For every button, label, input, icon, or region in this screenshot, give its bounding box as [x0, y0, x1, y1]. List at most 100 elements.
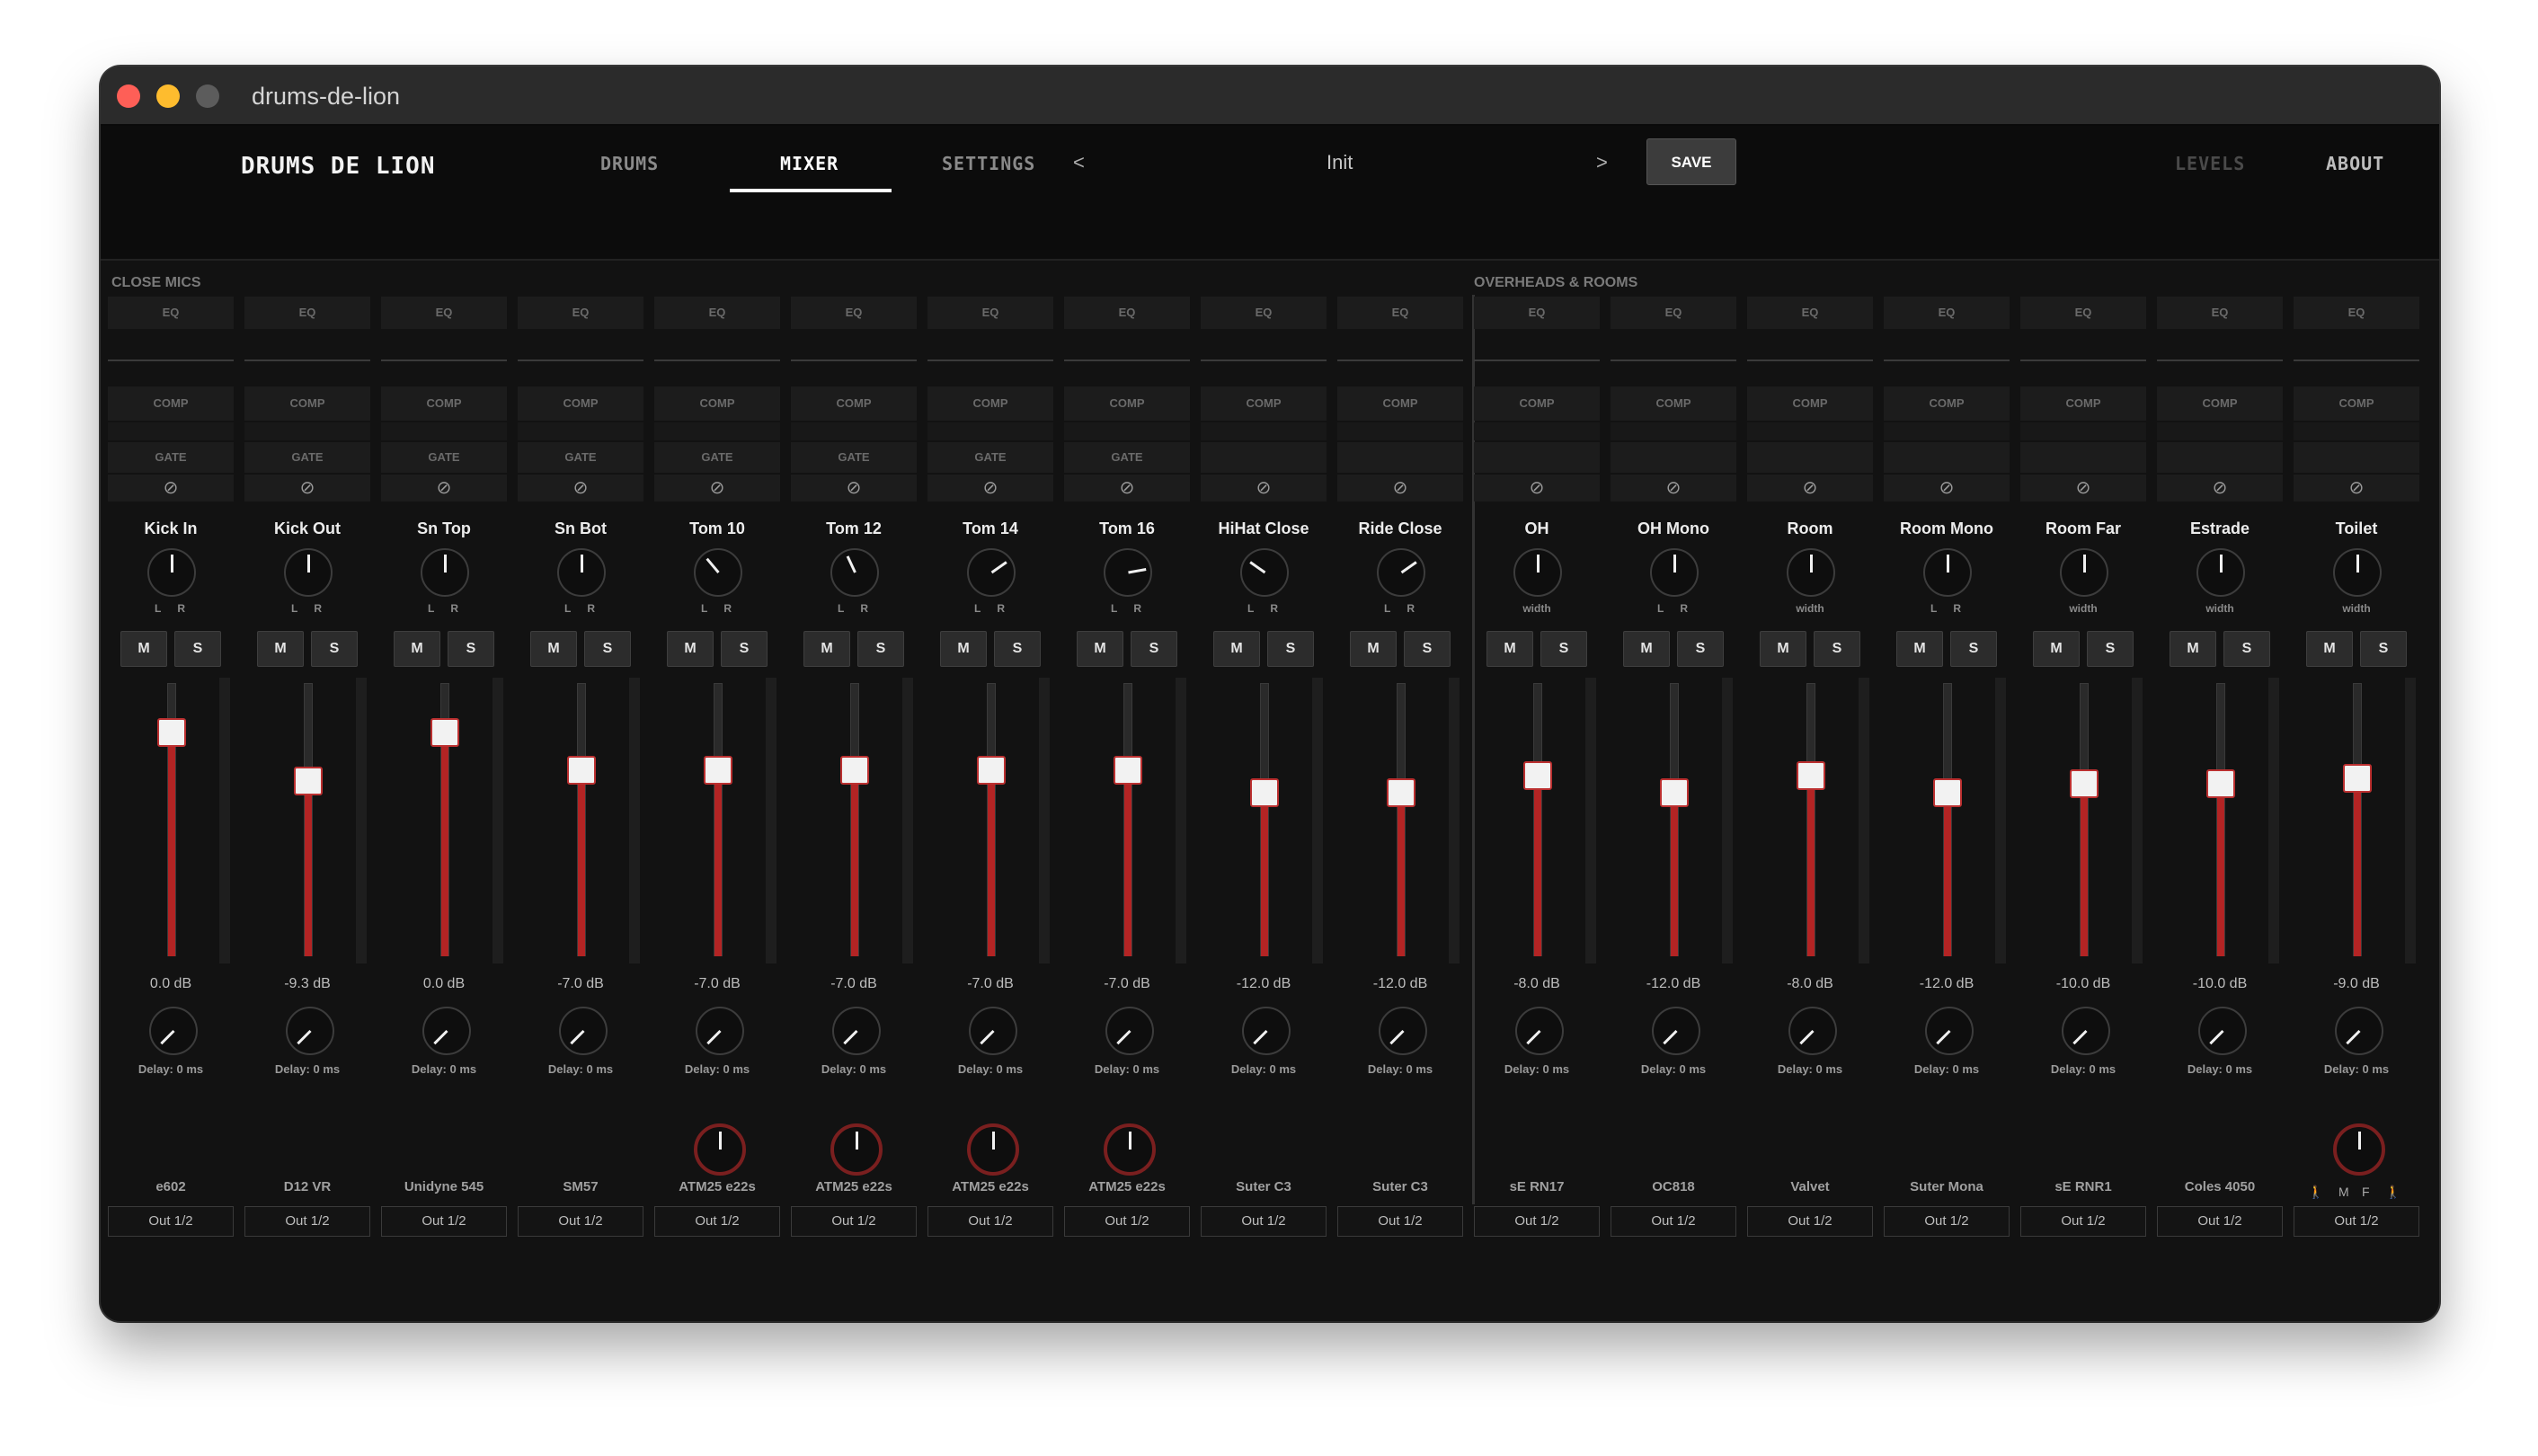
comp-button[interactable]: COMP [1201, 386, 1327, 421]
width-knob[interactable] [2333, 548, 2382, 597]
output-select[interactable]: Out 1/2 [244, 1206, 370, 1237]
output-select[interactable]: Out 1/2 [518, 1206, 643, 1237]
output-select[interactable]: Out 1/2 [927, 1206, 1053, 1237]
delay-knob[interactable] [969, 1007, 1017, 1055]
phase-invert-button[interactable]: ⊘ [791, 475, 917, 502]
gate-button[interactable]: GATE [791, 442, 917, 473]
gate-button[interactable]: GATE [244, 442, 370, 473]
mute-button[interactable]: M [803, 631, 850, 667]
eq-button[interactable]: EQ [1747, 297, 1873, 329]
tab-levels[interactable]: LEVELS [2175, 153, 2245, 174]
tab-about[interactable]: ABOUT [2326, 153, 2384, 174]
mic-model[interactable]: Suter Mona [1880, 1179, 2013, 1194]
mute-button[interactable]: M [1896, 631, 1943, 667]
comp-button[interactable]: COMP [1611, 386, 1736, 421]
comp-button[interactable]: COMP [244, 386, 370, 421]
delay-knob[interactable] [286, 1007, 334, 1055]
mic-blend-knob[interactable] [830, 1123, 883, 1176]
gate-button[interactable]: GATE [518, 442, 643, 473]
mic-blend-knob[interactable] [1104, 1123, 1156, 1176]
solo-button[interactable]: S [311, 631, 358, 667]
mic-model[interactable]: SM57 [514, 1179, 647, 1194]
mute-button[interactable]: M [667, 631, 714, 667]
pan-knob[interactable] [1240, 548, 1289, 597]
solo-button[interactable]: S [1131, 631, 1177, 667]
tab-mixer[interactable]: MIXER [780, 153, 839, 174]
eq-button[interactable]: EQ [244, 297, 370, 329]
preset-next-button[interactable]: > [1596, 151, 1608, 174]
output-select[interactable]: Out 1/2 [2294, 1206, 2419, 1237]
solo-button[interactable]: S [1950, 631, 1997, 667]
pan-knob[interactable] [1650, 548, 1699, 597]
close-window-button[interactable] [117, 84, 140, 108]
solo-button[interactable]: S [448, 631, 494, 667]
mic-model[interactable]: OC818 [1607, 1179, 1740, 1194]
eq-button[interactable]: EQ [1337, 297, 1463, 329]
solo-button[interactable]: S [2087, 631, 2134, 667]
output-select[interactable]: Out 1/2 [1747, 1206, 1873, 1237]
delay-knob[interactable] [1788, 1007, 1837, 1055]
save-button[interactable]: SAVE [1646, 138, 1736, 185]
solo-button[interactable]: S [174, 631, 221, 667]
delay-knob[interactable] [149, 1007, 198, 1055]
width-knob[interactable] [1513, 548, 1562, 597]
phase-invert-button[interactable]: ⊘ [2294, 475, 2419, 502]
mute-button[interactable]: M [2033, 631, 2080, 667]
eq-button[interactable]: EQ [1201, 297, 1327, 329]
eq-button[interactable]: EQ [1884, 297, 2010, 329]
delay-knob[interactable] [2335, 1007, 2383, 1055]
mic-model[interactable]: Coles 4050 [2153, 1179, 2286, 1194]
phase-invert-button[interactable]: ⊘ [1474, 475, 1600, 502]
mute-button[interactable]: M [2170, 631, 2216, 667]
mic-model[interactable]: ATM25 e22s [1060, 1179, 1194, 1194]
eq-button[interactable]: EQ [108, 297, 234, 329]
phase-invert-button[interactable]: ⊘ [1611, 475, 1736, 502]
fader-handle[interactable] [1114, 756, 1142, 786]
width-knob[interactable] [2196, 548, 2245, 597]
phase-invert-button[interactable]: ⊘ [654, 475, 780, 502]
comp-button[interactable]: COMP [108, 386, 234, 421]
comp-button[interactable]: COMP [927, 386, 1053, 421]
mute-button[interactable]: M [530, 631, 577, 667]
comp-button[interactable]: COMP [1064, 386, 1190, 421]
delay-knob[interactable] [1652, 1007, 1700, 1055]
phase-invert-button[interactable]: ⊘ [244, 475, 370, 502]
fader-handle[interactable] [430, 717, 459, 747]
phase-invert-button[interactable]: ⊘ [927, 475, 1053, 502]
phase-invert-button[interactable]: ⊘ [2157, 475, 2283, 502]
delay-knob[interactable] [1379, 1007, 1427, 1055]
delay-knob[interactable] [832, 1007, 881, 1055]
output-select[interactable]: Out 1/2 [2157, 1206, 2283, 1237]
comp-button[interactable]: COMP [1474, 386, 1600, 421]
eq-button[interactable]: EQ [2294, 297, 2419, 329]
maximize-window-button[interactable] [196, 84, 219, 108]
solo-button[interactable]: S [1404, 631, 1451, 667]
fader-handle[interactable] [2343, 764, 2372, 794]
comp-button[interactable]: COMP [518, 386, 643, 421]
mic-blend-knob[interactable] [2333, 1123, 2385, 1176]
delay-knob[interactable] [696, 1007, 744, 1055]
eq-button[interactable]: EQ [927, 297, 1053, 329]
mic-model[interactable]: D12 VR [241, 1179, 374, 1194]
mic-model[interactable]: Suter C3 [1197, 1179, 1330, 1194]
pan-knob[interactable] [557, 548, 606, 597]
fader-handle[interactable] [840, 756, 869, 786]
mic-model[interactable]: Unidyne 545 [377, 1179, 510, 1194]
comp-button[interactable]: COMP [2020, 386, 2146, 421]
fader-handle[interactable] [567, 756, 596, 786]
delay-knob[interactable] [1925, 1007, 1974, 1055]
preset-name[interactable]: Init [1327, 151, 1353, 174]
mute-button[interactable]: M [1486, 631, 1533, 667]
eq-button[interactable]: EQ [381, 297, 507, 329]
mic-model[interactable]: ATM25 e22s [787, 1179, 920, 1194]
pan-knob[interactable] [147, 548, 196, 597]
gate-button[interactable]: GATE [654, 442, 780, 473]
eq-button[interactable]: EQ [1064, 297, 1190, 329]
delay-knob[interactable] [2198, 1007, 2247, 1055]
mf-switch[interactable]: 🚶 M F 🚶 [2308, 1185, 2409, 1203]
mute-button[interactable]: M [2306, 631, 2353, 667]
phase-invert-button[interactable]: ⊘ [518, 475, 643, 502]
fader-handle[interactable] [2070, 769, 2099, 799]
fader-handle[interactable] [977, 756, 1006, 786]
gate-button[interactable]: GATE [927, 442, 1053, 473]
